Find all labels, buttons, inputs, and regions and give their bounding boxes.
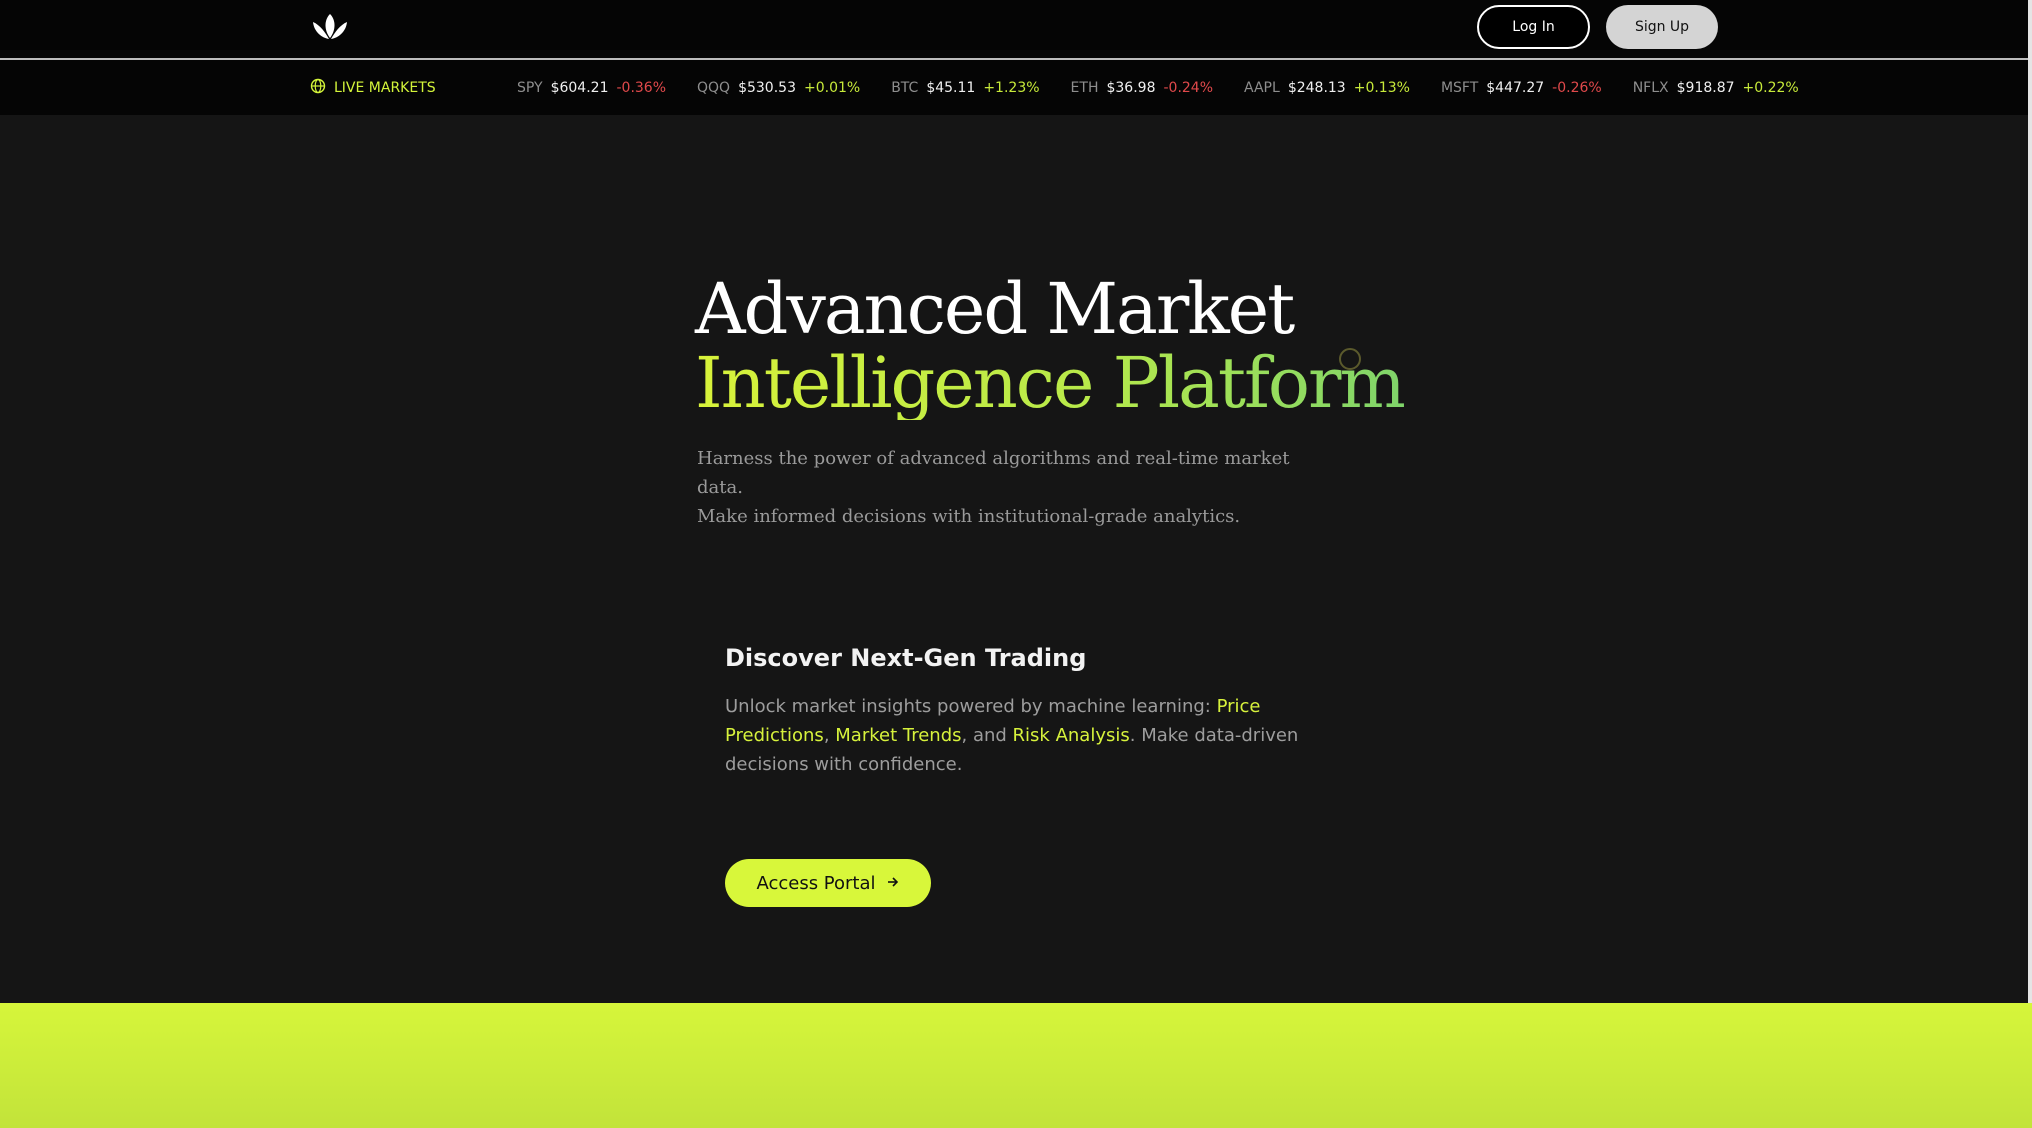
market-ticker: LIVE MARKETS SPY $604.21 -0.36% QQQ $530.53 +… [0,60,2032,115]
ticker-item-btc: BTC $45.11 +1.23% [891,80,1039,96]
ticker-symbol: SPY [517,79,543,96]
live-markets-indicator: LIVE MARKETS [310,60,436,115]
ticker-change: +1.23% [983,79,1040,96]
ticker-symbol: ETH [1070,79,1099,96]
ticker-symbol: AAPL [1244,79,1280,96]
hero-title-line2: Intelligence Platform [695,342,1406,424]
ticker-change: -0.36% [616,79,667,96]
hero-subtitle-line2: Make informed decisions with institution… [697,506,1241,527]
ticker-symbol: MSFT [1440,79,1479,96]
ticker-item-qqq: QQQ $530.53 +0.01% [697,80,860,96]
login-button[interactable]: Log In [1477,5,1590,49]
lotus-logo-icon[interactable] [310,12,350,42]
scrollbar[interactable] [2028,0,2032,1003]
ticker-price: $248.13 [1287,79,1346,96]
hero-title-line1: Advanced Market [695,268,1295,350]
feature-description: Unlock market insights powered by machin… [725,692,1305,779]
ticker-price: $447.27 [1486,79,1545,96]
accent-band [0,1003,2032,1128]
hero-title: Advanced Market Intelligence Platform [695,268,1406,424]
ticker-change: +0.22% [1742,79,1799,96]
ticker-item-nflx: NFLX $918.87 +0.22% [1633,80,1799,96]
ticker-price: $604.21 [550,79,609,96]
separator: , and [961,725,1013,746]
hero-subtitle: Harness the power of advanced algorithms… [697,444,1337,531]
ticker-item-spy: SPY $604.21 -0.36% [517,80,666,96]
ticker-price: $530.53 [738,79,796,96]
ticker-change: +0.01% [803,79,861,96]
feature-title: Discover Next-Gen Trading [725,644,1087,672]
ticker-symbol: NFLX [1632,79,1669,96]
page: Log In Sign Up LIVE MARKETS SPY $604.21 -0… [0,0,2032,1128]
ticker-change: +0.13% [1353,79,1410,96]
hero-subtitle-line1: Harness the power of advanced algorithms… [697,448,1290,498]
access-portal-label: Access Portal [756,872,876,894]
ticker-price: $918.87 [1676,79,1735,96]
ticker-item-msft: MSFT $447.27 -0.26% [1441,80,1602,96]
signup-button[interactable]: Sign Up [1606,5,1718,49]
arrow-right-icon [886,873,900,894]
access-portal-button[interactable]: Access Portal [725,859,931,907]
live-markets-label: LIVE MARKETS [334,79,436,96]
feature-intro: Unlock market insights powered by machin… [725,696,1217,717]
ticker-item-aapl: AAPL $248.13 +0.13% [1244,80,1410,96]
ticker-list: SPY $604.21 -0.36% QQQ $530.53 +0.01% BTC $45.1… [517,60,1799,115]
ticker-price: $36.98 [1106,79,1156,96]
globe-icon [310,78,326,98]
ticker-item-eth: ETH $36.98 -0.24% [1071,80,1213,96]
ticker-price: $45.11 [926,79,976,96]
top-nav: Log In Sign Up [0,0,2032,60]
highlight-risk-analysis: Risk Analysis [1012,725,1130,746]
cursor-ring-icon [1339,348,1361,370]
separator: , [823,725,836,746]
ticker-symbol: QQQ [697,79,731,96]
ticker-symbol: BTC [891,79,919,96]
highlight-market-trends: Market Trends [835,725,962,746]
ticker-change: -0.24% [1163,79,1214,96]
ticker-change: -0.26% [1552,79,1602,96]
